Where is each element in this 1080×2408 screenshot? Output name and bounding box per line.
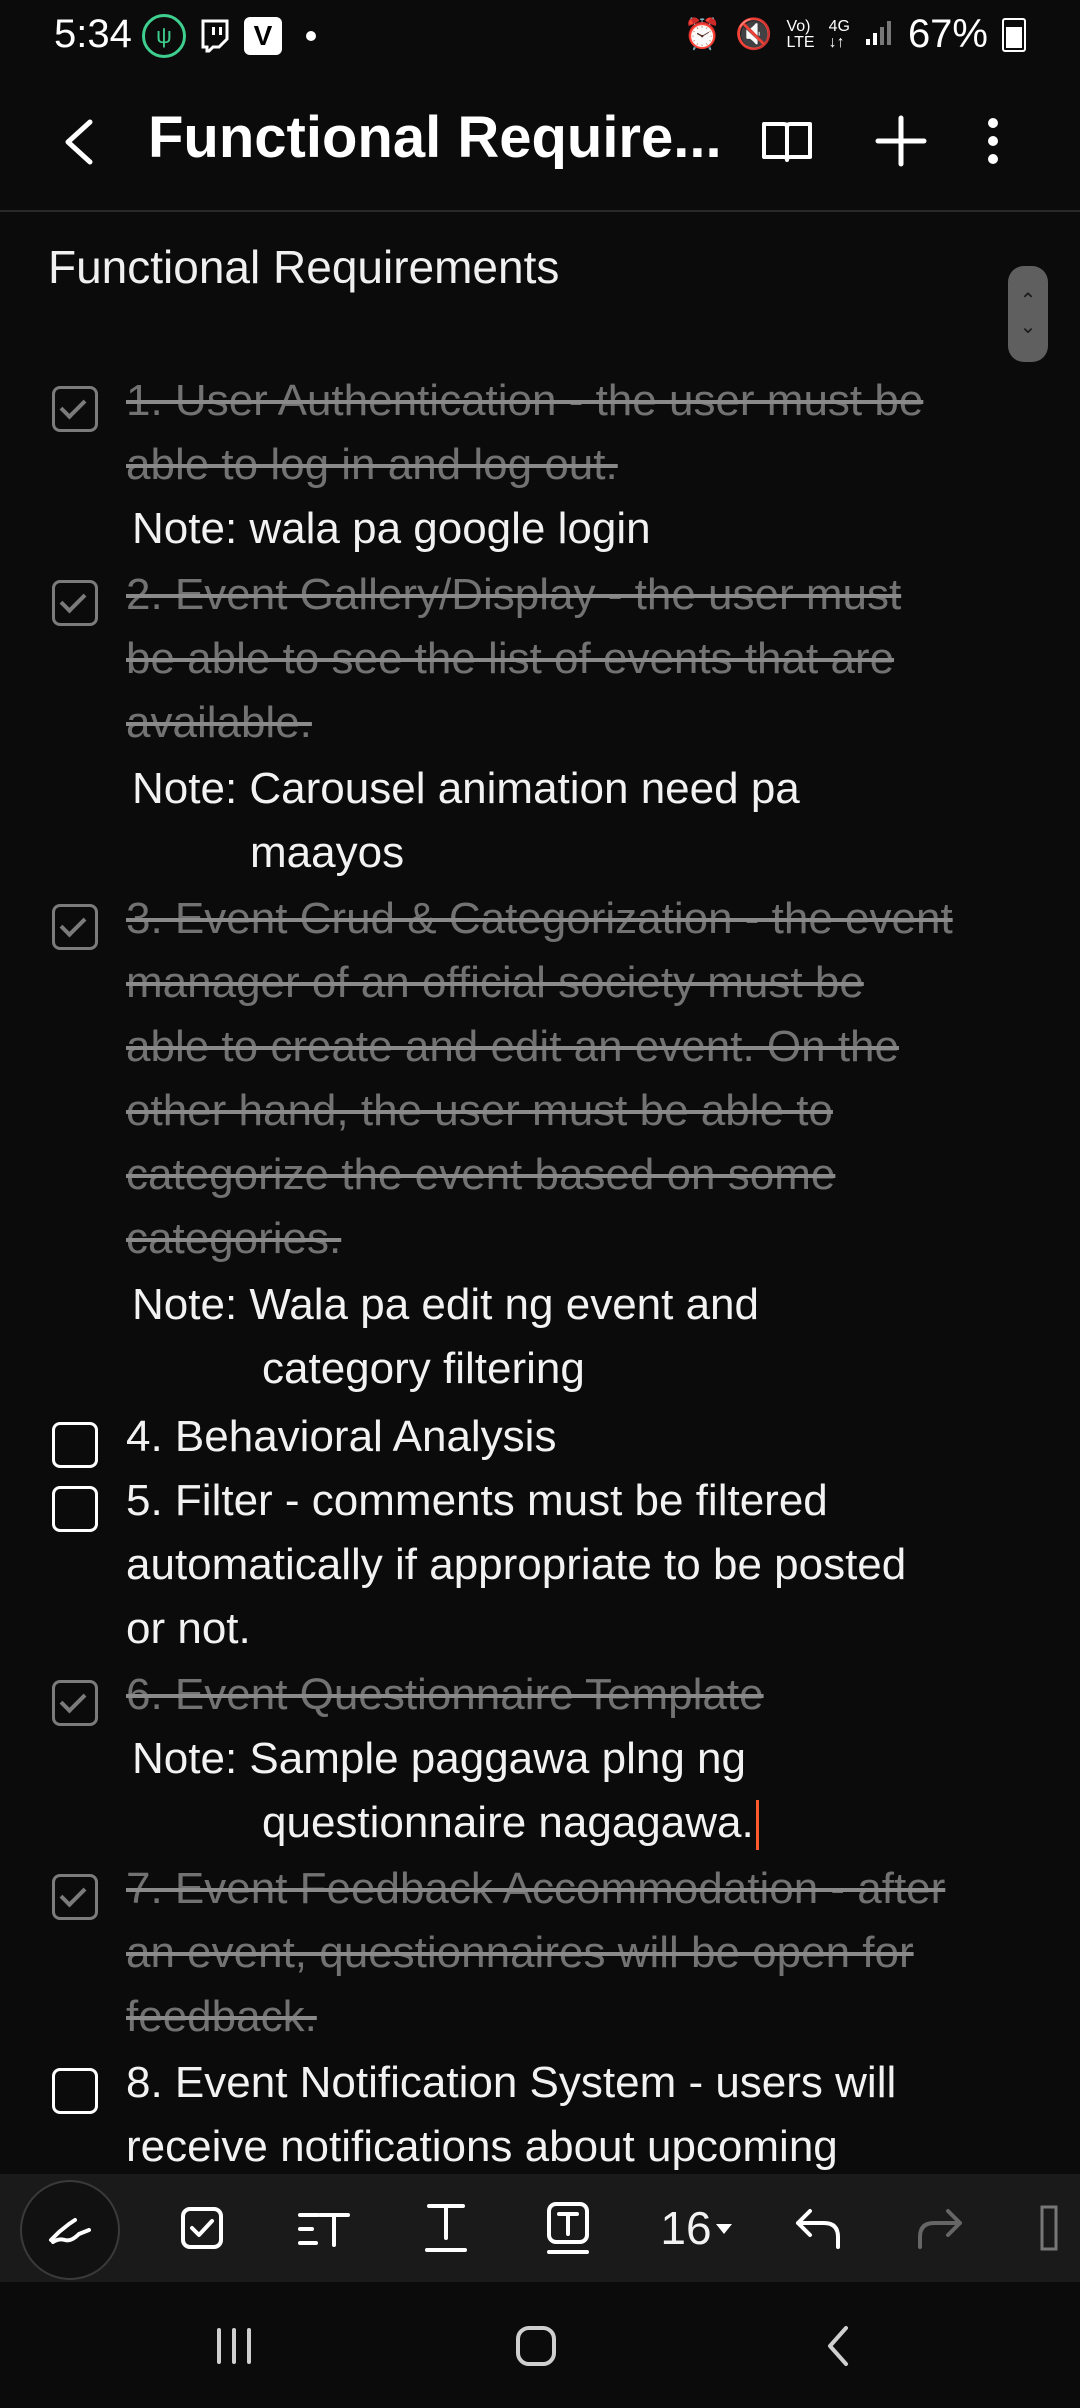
- item-text[interactable]: able to create and edit an event. On the: [126, 1015, 899, 1079]
- text-format-button[interactable]: [402, 2184, 490, 2272]
- more-options-button[interactable]: [968, 110, 1018, 172]
- checkbox-checked[interactable]: [52, 386, 98, 432]
- item-text[interactable]: categorize the event based on some: [126, 1143, 835, 1207]
- plus-icon: [875, 115, 927, 167]
- undo-icon: [796, 2209, 840, 2249]
- item-text[interactable]: able to log in and log out.: [126, 433, 618, 497]
- checkbox-checked[interactable]: [52, 1874, 98, 1920]
- notification-icons: ψ V: [142, 14, 316, 58]
- item-text[interactable]: be able to see the list of events that a…: [126, 627, 894, 691]
- alarm-icon: ⏰: [683, 18, 722, 51]
- home-icon: [516, 2326, 556, 2366]
- reading-mode-button[interactable]: [756, 110, 818, 172]
- item-note[interactable]: Note: Wala pa edit ng event and: [132, 1273, 759, 1337]
- font-size-button[interactable]: 16: [648, 2184, 748, 2272]
- item-text[interactable]: 5. Filter - comments must be filtered: [126, 1469, 828, 1533]
- checkbox-checked[interactable]: [52, 580, 98, 626]
- text-format-icon: [425, 2204, 467, 2252]
- item-text[interactable]: manager of an official society must be: [126, 951, 864, 1015]
- paragraph-style-icon: [298, 2213, 350, 2247]
- item-note[interactable]: Note: wala pa google login: [132, 497, 651, 561]
- recent-apps-button[interactable]: [194, 2306, 274, 2386]
- text-box-icon: [547, 2202, 589, 2254]
- app-notification-icon: ψ: [142, 14, 186, 58]
- more-tools-button[interactable]: [1020, 2184, 1080, 2272]
- handwriting-button[interactable]: [20, 2180, 120, 2280]
- signal-icon: [864, 12, 894, 57]
- item-text[interactable]: 7. Event Feedback Accommodation - after: [126, 1857, 945, 1921]
- checkbox-icon: [181, 2207, 223, 2249]
- back-arrow-icon: [65, 119, 93, 165]
- checkbox-checked[interactable]: [52, 904, 98, 950]
- item-text[interactable]: other hand, the user must be able to: [126, 1079, 833, 1143]
- item-text[interactable]: 3. Event Crud & Categorization - the eve…: [126, 887, 953, 951]
- system-back-button[interactable]: [798, 2306, 878, 2386]
- item-note[interactable]: maayos: [250, 821, 404, 885]
- checkbox-unchecked[interactable]: [52, 1486, 98, 1532]
- text-cursor: [755, 1800, 759, 1851]
- font-size-value: 16: [660, 2202, 712, 2254]
- item-text[interactable]: 8. Event Notification System - users wil…: [126, 2051, 896, 2115]
- document-title[interactable]: Functional Requirements: [48, 240, 559, 294]
- status-bar: 5:34 ψ V ⏰ 🔇 Vo) LTE 4G ↓↑ 67%: [0, 0, 1080, 74]
- back-button[interactable]: [52, 108, 112, 176]
- chevron-up-icon: ⌃: [1019, 290, 1037, 312]
- book-icon: [762, 122, 812, 162]
- app-header: Functional Require...: [0, 74, 1080, 212]
- item-note[interactable]: Note: Carousel animation need pa: [132, 757, 800, 821]
- formatting-toolbar: 16: [0, 2174, 1080, 2282]
- home-button[interactable]: [496, 2306, 576, 2386]
- dropdown-triangle-icon: [715, 2224, 732, 2234]
- battery-percent: 67%: [907, 12, 988, 56]
- more-vert-icon: [988, 118, 998, 164]
- volte-icon: Vo) LTE: [786, 17, 815, 51]
- item-text[interactable]: 6. Event Questionnaire Template: [126, 1663, 764, 1727]
- checkbox-button[interactable]: [158, 2184, 246, 2272]
- text-style-button[interactable]: [524, 2184, 612, 2272]
- item-text[interactable]: categories.: [126, 1207, 341, 1271]
- item-text[interactable]: 4. Behavioral Analysis: [126, 1405, 556, 1469]
- note-content[interactable]: Functional Requirements ⌃ ⌄ 1. User Auth…: [0, 212, 1080, 2174]
- checkbox-unchecked[interactable]: [52, 1422, 98, 1468]
- v-app-icon: V: [244, 17, 282, 55]
- undo-button[interactable]: [774, 2184, 862, 2272]
- item-text[interactable]: feedback.: [126, 1985, 317, 2049]
- item-note-with-caret[interactable]: questionnaire nagagawa.: [262, 1791, 759, 1855]
- checkbox-unchecked[interactable]: [52, 2068, 98, 2114]
- item-note[interactable]: Note: Sample paggawa plng ng: [132, 1727, 746, 1791]
- fast-scroll-handle[interactable]: ⌃ ⌄: [1008, 266, 1048, 362]
- item-text[interactable]: automatically if appropriate to be poste…: [126, 1533, 906, 1597]
- item-text[interactable]: 2. Event Gallery/Display - the user must: [126, 563, 901, 627]
- redo-icon: [918, 2209, 962, 2249]
- item-text[interactable]: or not.: [126, 1597, 251, 1661]
- system-status: ⏰ 🔇 Vo) LTE 4G ↓↑ 67%: [684, 12, 1026, 57]
- item-text[interactable]: an event, questionnaires will be open fo…: [126, 1921, 914, 1985]
- checkbox-checked[interactable]: [52, 1680, 98, 1726]
- 4g-icon: 4G ↓↑: [828, 17, 850, 51]
- back-chevron-icon: [828, 2326, 848, 2366]
- item-text[interactable]: available.: [126, 691, 312, 755]
- recents-icon: [217, 2328, 251, 2364]
- item-text[interactable]: 1. User Authentication - the user must b…: [126, 369, 923, 433]
- paragraph-style-button[interactable]: [280, 2184, 368, 2272]
- battery-icon: [1002, 17, 1026, 52]
- item-note-text[interactable]: questionnaire nagagawa.: [262, 1798, 754, 1847]
- mute-icon: 🔇: [735, 18, 773, 51]
- add-button[interactable]: [870, 110, 932, 172]
- pen-icon: [49, 2218, 91, 2244]
- status-time: 5:34: [54, 12, 132, 56]
- item-note[interactable]: category filtering: [262, 1337, 585, 1401]
- system-nav-bar: [0, 2282, 1080, 2408]
- twitch-icon: [196, 17, 234, 55]
- note-title[interactable]: Functional Require...: [148, 104, 718, 171]
- item-text[interactable]: receive notifications about upcoming: [126, 2115, 838, 2174]
- chevron-down-icon: ⌄: [1019, 316, 1037, 338]
- redo-button[interactable]: [896, 2184, 984, 2272]
- more-notifications-dot: [306, 31, 316, 41]
- partial-tool-icon: [1040, 2205, 1058, 2251]
